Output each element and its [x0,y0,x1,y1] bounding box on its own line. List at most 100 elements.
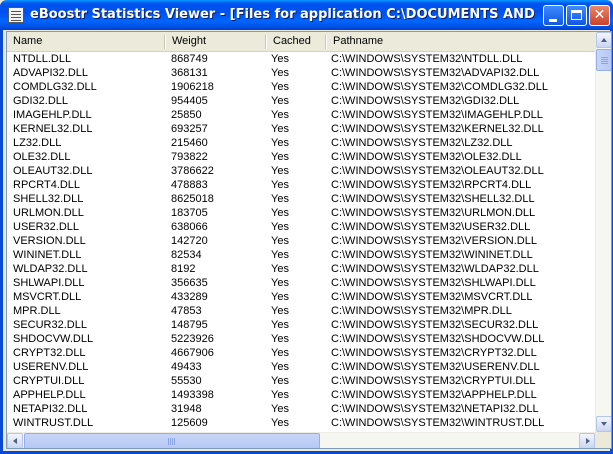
horizontal-scrollbar[interactable] [7,432,595,448]
table-row[interactable]: SHLWAPI.DLL 356635 Yes C:\WINDOWS\SYSTEM32\… [7,276,595,290]
cell-weight: 1906218 [171,81,214,93]
cell-cached: Yes [271,95,289,107]
column-header-cached[interactable]: Cached [267,32,325,51]
cell-cached: Yes [271,333,289,345]
table-row[interactable]: OLE32.DLL 793822 Yes C:\WINDOWS\SYSTEM32\OL… [7,150,595,164]
table-row[interactable]: KERNEL32.DLL 693257 Yes C:\WINDOWS\SYSTEM32… [7,122,595,136]
title-bar[interactable]: eBoostr Statistics Viewer - [Files for a… [0,0,613,30]
vertical-scrollbar[interactable] [595,32,611,432]
cell-cached: Yes [271,151,289,163]
table-row[interactable]: SHELL32.DLL 8625018 Yes C:\WINDOWS\SYSTEM32… [7,192,595,206]
cell-cached: Yes [271,53,289,65]
table-row[interactable]: APPHELP.DLL 1493398 Yes C:\WINDOWS\SYSTEM32… [7,388,595,402]
table-row[interactable]: CRYPT32.DLL 4667906 Yes C:\WINDOWS\SYSTEM32… [7,346,595,360]
cell-pathname: C:\WINDOWS\SYSTEM32\ADVAPI32.DLL [331,67,540,79]
table-row[interactable]: ADVAPI32.DLL 368131 Yes C:\WINDOWS\SYSTEM32… [7,66,595,80]
scroll-left-button[interactable] [7,433,23,448]
cell-weight: 4667906 [171,347,214,359]
cell-name: COMDLG32.DLL [13,81,97,93]
column-header-pathname[interactable]: Pathname [327,32,595,51]
table-row[interactable]: LZ32.DLL 215460 Yes C:\WINDOWS\SYSTEM32\LZ3… [7,136,595,150]
scroll-up-button[interactable] [596,32,611,48]
list-rows: NTDLL.DLL 868749 Yes C:\WINDOWS\SYSTEM32\NT… [7,52,595,430]
stats-viewer-window: eBoostr Statistics Viewer - [Files for a… [0,0,613,454]
cell-weight: 3786622 [171,165,214,177]
table-row[interactable]: GDI32.DLL 954405 Yes C:\WINDOWS\SYSTEM32\GD… [7,94,595,108]
cell-name: APPHELP.DLL [13,389,86,401]
arrow-down-icon [601,422,607,426]
cell-pathname: C:\WINDOWS\SYSTEM32\WLDAP32.DLL [331,263,539,275]
cell-pathname: C:\WINDOWS\SYSTEM32\USERENV.DLL [331,361,540,373]
column-divider[interactable] [265,35,266,49]
cell-weight: 25850 [171,109,202,121]
cell-pathname: C:\WINDOWS\SYSTEM32\LZ32.DLL [331,137,513,149]
document-list-icon[interactable] [8,7,24,23]
table-row[interactable]: USER32.DLL 638066 Yes C:\WINDOWS\SYSTEM32\U… [7,220,595,234]
column-header-weight[interactable]: Weight [166,32,266,51]
cell-weight: 31948 [171,403,202,415]
cell-name: SHLWAPI.DLL [13,277,85,289]
cell-pathname: C:\WINDOWS\SYSTEM32\NTDLL.DLL [331,53,523,65]
minimize-button[interactable] [543,5,564,26]
grip-icon [601,57,608,58]
cell-weight: 5223926 [171,333,214,345]
cell-cached: Yes [271,361,289,373]
files-list-view[interactable]: Name Weight Cached Pathname NTDLL.DLL 868… [6,31,612,449]
cell-cached: Yes [271,417,289,429]
maximize-button[interactable] [566,5,587,26]
cell-pathname: C:\WINDOWS\SYSTEM32\SHLWAPI.DLL [331,277,536,289]
cell-name: MPR.DLL [13,305,61,317]
cell-pathname: C:\WINDOWS\SYSTEM32\SHELL32.DLL [331,193,535,205]
cell-name: OLE32.DLL [13,151,71,163]
table-row[interactable]: USERENV.DLL 49433 Yes C:\WINDOWS\SYSTEM32\U… [7,360,595,374]
cell-cached: Yes [271,291,289,303]
table-row[interactable]: MSVCRT.DLL 433289 Yes C:\WINDOWS\SYSTEM32\M… [7,290,595,304]
column-divider[interactable] [325,35,326,49]
cell-name: RPCRT4.DLL [13,179,81,191]
column-header-name[interactable]: Name [7,32,165,51]
cell-cached: Yes [271,81,289,93]
cell-pathname: C:\WINDOWS\SYSTEM32\NETAPI32.DLL [331,403,539,415]
horizontal-scroll-thumb[interactable] [24,433,320,448]
table-row[interactable]: WLDAP32.DLL 8192 Yes C:\WINDOWS\SYSTEM32\WL… [7,262,595,276]
scroll-right-button[interactable] [579,433,595,448]
table-row[interactable]: NETAPI32.DLL 31948 Yes C:\WINDOWS\SYSTEM32\… [7,402,595,416]
table-row[interactable]: WININET.DLL 82534 Yes C:\WINDOWS\SYSTEM32\W… [7,248,595,262]
vertical-scroll-thumb[interactable] [596,49,611,71]
table-row[interactable]: NTDLL.DLL 868749 Yes C:\WINDOWS\SYSTEM32\NT… [7,52,595,66]
table-row[interactable]: SECUR32.DLL 148795 Yes C:\WINDOWS\SYSTEM32\… [7,318,595,332]
cell-name: MSVCRT.DLL [13,291,82,303]
cell-cached: Yes [271,263,289,275]
cell-weight: 125609 [171,417,208,429]
table-row[interactable]: WINTRUST.DLL 125609 Yes C:\WINDOWS\SYSTEM32… [7,416,595,430]
cell-pathname: C:\WINDOWS\SYSTEM32\MSVCRT.DLL [331,291,533,303]
cell-cached: Yes [271,249,289,261]
table-row[interactable]: SHDOCVW.DLL 5223926 Yes C:\WINDOWS\SYSTEM32… [7,332,595,346]
cell-pathname: C:\WINDOWS\SYSTEM32\CRYPTUI.DLL [331,375,536,387]
table-row[interactable]: COMDLG32.DLL 1906218 Yes C:\WINDOWS\SYSTEM3… [7,80,595,94]
cell-pathname: C:\WINDOWS\SYSTEM32\COMDLG32.DLL [331,81,548,93]
cell-pathname: C:\WINDOWS\SYSTEM32\VERSION.DLL [331,235,537,247]
cell-name: LZ32.DLL [13,137,62,149]
table-row[interactable]: IMAGEHLP.DLL 25850 Yes C:\WINDOWS\SYSTEM32\… [7,108,595,122]
cell-name: SHDOCVW.DLL [13,333,94,345]
column-divider[interactable] [164,35,165,49]
cell-name: WINTRUST.DLL [13,417,94,429]
cell-name: CRYPT32.DLL [13,347,86,359]
table-row[interactable]: URLMON.DLL 183705 Yes C:\WINDOWS\SYSTEM32\U… [7,206,595,220]
cell-pathname: C:\WINDOWS\SYSTEM32\RPCRT4.DLL [331,179,532,191]
cell-pathname: C:\WINDOWS\SYSTEM32\GDI32.DLL [331,95,520,107]
table-row[interactable]: CRYPTUI.DLL 55530 Yes C:\WINDOWS\SYSTEM32\C… [7,374,595,388]
close-button[interactable]: ✕ [589,5,610,26]
table-row[interactable]: VERSION.DLL 142720 Yes C:\WINDOWS\SYSTEM32\… [7,234,595,248]
cell-cached: Yes [271,319,289,331]
cell-name: OLEAUT32.DLL [13,165,93,177]
scroll-down-button[interactable] [596,416,611,432]
cell-weight: 55530 [171,375,202,387]
cell-weight: 433289 [171,291,208,303]
table-row[interactable]: MPR.DLL 47853 Yes C:\WINDOWS\SYSTEM32\MPR.D… [7,304,595,318]
cell-cached: Yes [271,235,289,247]
table-row[interactable]: OLEAUT32.DLL 3786622 Yes C:\WINDOWS\SYSTEM3… [7,164,595,178]
table-row[interactable]: RPCRT4.DLL 478883 Yes C:\WINDOWS\SYSTEM32\R… [7,178,595,192]
cell-cached: Yes [271,305,289,317]
